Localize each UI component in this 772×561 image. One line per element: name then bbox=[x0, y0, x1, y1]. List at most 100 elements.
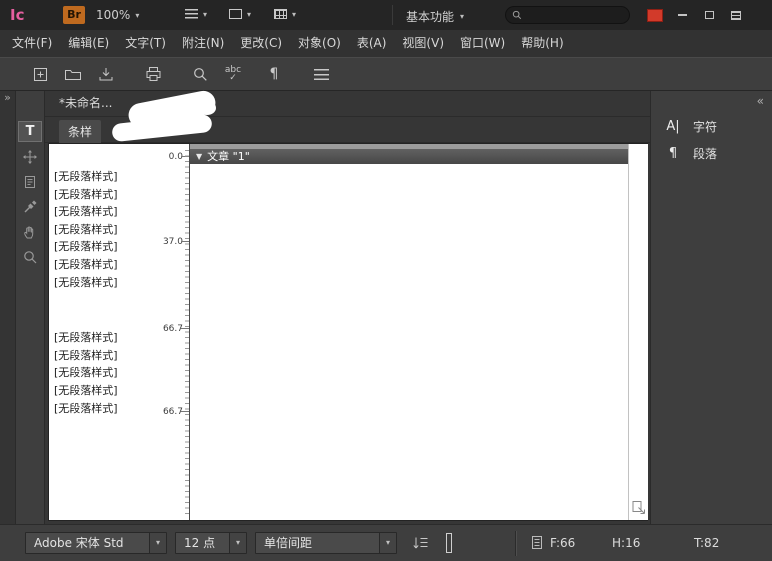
print-button[interactable] bbox=[141, 62, 165, 86]
eyedropper-tool[interactable] bbox=[16, 194, 44, 219]
leading-select[interactable]: 单倍间距 ▾ bbox=[255, 532, 397, 554]
story-collapse-icon[interactable]: ▼ bbox=[196, 149, 202, 164]
maximize-icon bbox=[705, 11, 714, 19]
font-size-value: 12 点 bbox=[176, 533, 229, 553]
search-input[interactable] bbox=[526, 9, 616, 21]
collapse-panel-button[interactable]: » bbox=[0, 91, 15, 105]
type-tool[interactable]: T bbox=[16, 119, 44, 144]
menu-icon bbox=[314, 69, 329, 80]
line-spacing-button[interactable] bbox=[412, 536, 428, 550]
window-controls bbox=[646, 7, 745, 23]
new-document-button[interactable] bbox=[28, 62, 52, 86]
panel-tab[interactable]: A| 字符 bbox=[651, 113, 772, 140]
search-box[interactable] bbox=[505, 6, 630, 24]
maximize-button[interactable] bbox=[700, 7, 718, 23]
paragraph-style-label: [无段落样式] bbox=[54, 256, 165, 274]
paragraph-style-label: [无段落样式] bbox=[54, 400, 165, 418]
zoom-value: 100% bbox=[96, 8, 130, 22]
font-size-select[interactable]: 12 点 ▾ bbox=[175, 532, 247, 554]
type-tool-icon: T bbox=[18, 121, 42, 142]
ruler-label: 66.7 bbox=[163, 324, 183, 334]
position-tool[interactable] bbox=[16, 144, 44, 169]
main-toolbar: abc ✓ ¶ bbox=[0, 57, 772, 91]
menu-item[interactable]: 窗口(W) bbox=[452, 30, 513, 57]
minimize-icon bbox=[678, 14, 687, 16]
hidden-characters-icon: ¶ bbox=[270, 66, 279, 82]
menu-item[interactable]: 帮助(H) bbox=[513, 30, 571, 57]
incopy-logo: Ic bbox=[10, 6, 24, 24]
vertical-scrollbar[interactable] bbox=[628, 144, 648, 520]
paragraph-style-label: [无段落样式] bbox=[54, 238, 165, 256]
hidden-characters-button[interactable]: ¶ bbox=[262, 62, 286, 86]
hand-tool[interactable] bbox=[16, 219, 44, 244]
chevron-down-icon: ▾ bbox=[247, 10, 251, 19]
menu-item[interactable]: 视图(V) bbox=[394, 30, 452, 57]
tools-panel: T bbox=[16, 91, 45, 524]
document-area: *未命名... 条样 条样 [无段落样式][无段落样式][无段落样式][无段落样… bbox=[45, 91, 650, 524]
open-button[interactable] bbox=[61, 62, 85, 86]
menu-item[interactable]: 更改(C) bbox=[232, 30, 290, 57]
frame-view-dropdown[interactable]: ▾ bbox=[229, 9, 251, 19]
document-tab[interactable]: *未命名... bbox=[59, 91, 112, 116]
left-dock-strip: » bbox=[0, 91, 16, 524]
view-options-icon bbox=[185, 9, 198, 19]
paragraph-style-label: [无段落样式] bbox=[54, 168, 165, 186]
zoom-dropdown[interactable]: 100% ▾ bbox=[96, 8, 139, 22]
open-folder-icon bbox=[64, 66, 82, 82]
line-spacing-icon bbox=[412, 536, 428, 550]
panel-label: 段落 bbox=[693, 145, 717, 162]
view-options-dropdown[interactable]: ▾ bbox=[185, 9, 207, 19]
search-icon bbox=[512, 10, 522, 20]
export-button[interactable] bbox=[631, 500, 646, 515]
paragraph-style-label: [无段落样式] bbox=[54, 221, 165, 239]
search-icon bbox=[192, 66, 208, 82]
close-button[interactable] bbox=[727, 7, 745, 23]
counter-depth: H:16 bbox=[612, 536, 640, 550]
paragraph-style-label: [无段落样式] bbox=[54, 347, 165, 365]
toolbar-menu-button[interactable] bbox=[309, 62, 333, 86]
zoom-tool-icon bbox=[22, 249, 38, 265]
menu-item[interactable]: 对象(O) bbox=[290, 30, 349, 57]
search-button[interactable] bbox=[188, 62, 212, 86]
menu-item[interactable]: 表(A) bbox=[349, 30, 395, 57]
paragraph-style-label: [无段落样式] bbox=[54, 382, 165, 400]
panel-tab[interactable]: ¶ 段落 bbox=[651, 140, 772, 167]
title-bar: Ic Br 100% ▾ ▾ ▾ ▾ 基本功能 ▾ bbox=[0, 0, 772, 30]
workspace-switcher[interactable]: 基本功能 ▾ bbox=[406, 8, 464, 25]
chevron-down-icon: ▾ bbox=[135, 11, 139, 20]
new-document-icon bbox=[32, 66, 49, 83]
note-tool-icon bbox=[22, 174, 38, 190]
position-tool-icon bbox=[22, 149, 38, 165]
count-info-button[interactable] bbox=[531, 535, 543, 550]
note-tool[interactable] bbox=[16, 169, 44, 194]
bridge-button[interactable]: Br bbox=[63, 6, 85, 24]
grid-view-dropdown[interactable]: ▾ bbox=[274, 9, 296, 19]
spellcheck-button[interactable]: abc ✓ bbox=[221, 62, 245, 86]
ruler-tick bbox=[181, 241, 189, 242]
tab-galley[interactable]: 条样 bbox=[59, 120, 101, 143]
menu-item[interactable]: 文字(T) bbox=[117, 30, 174, 57]
status-bar: Adobe 宋体 Std ▾ 12 点 ▾ 单倍间距 ▾ bbox=[0, 524, 772, 561]
page-count-icon bbox=[531, 535, 543, 550]
print-icon bbox=[145, 66, 162, 82]
ruler-tick bbox=[181, 411, 189, 412]
zoom-tool[interactable] bbox=[16, 244, 44, 269]
collapse-dock-button[interactable]: « bbox=[757, 94, 764, 108]
export-icon bbox=[631, 500, 646, 515]
menu-item[interactable]: 编辑(E) bbox=[60, 30, 117, 57]
menu-item[interactable]: 附注(N) bbox=[174, 30, 232, 57]
ruler-tick bbox=[181, 156, 189, 157]
menu-item[interactable]: 文件(F) bbox=[4, 30, 60, 57]
font-family-select[interactable]: Adobe 宋体 Std ▾ bbox=[25, 532, 167, 554]
ruler-label: 66.7 bbox=[163, 407, 183, 417]
paragraph-style-column: [无段落样式][无段落样式][无段落样式][无段落样式][无段落样式][无段落样… bbox=[49, 144, 165, 520]
hand-tool-icon bbox=[22, 224, 38, 240]
app-red-button[interactable] bbox=[646, 7, 664, 23]
minimize-button[interactable] bbox=[673, 7, 691, 23]
save-button[interactable] bbox=[94, 62, 118, 86]
chevron-down-icon: ▾ bbox=[229, 533, 246, 553]
grid-toggle-icon bbox=[446, 533, 452, 553]
panel-icon: ¶ bbox=[664, 146, 682, 161]
paragraph-style-label: [无段落样式] bbox=[54, 364, 165, 382]
view-mode-toggle[interactable] bbox=[446, 536, 452, 550]
